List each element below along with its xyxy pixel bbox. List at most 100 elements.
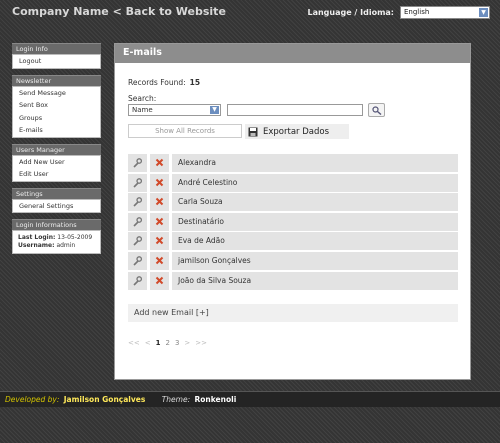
page-title: E-mails xyxy=(115,44,470,63)
developer-name[interactable]: Jamilson Gonçalves xyxy=(64,395,146,404)
edit-button[interactable] xyxy=(128,232,147,251)
username-label: Username: xyxy=(18,242,55,249)
company-name[interactable]: Company Name xyxy=(12,5,109,18)
login-info-box: Login Info Logout xyxy=(12,43,101,69)
delete-button[interactable] xyxy=(150,193,169,212)
brand: Company Name < Back to Website xyxy=(12,5,226,18)
search-button[interactable] xyxy=(368,103,385,117)
wrench-icon xyxy=(133,197,142,207)
wrench-icon xyxy=(133,256,142,266)
settings-box: Settings General Settings xyxy=(12,187,101,213)
contact-name[interactable]: João da Silva Souza xyxy=(172,271,458,290)
search-field-select[interactable]: Name ▼ xyxy=(128,104,221,116)
edit-button[interactable] xyxy=(128,212,147,231)
show-all-records-button[interactable]: Show All Records xyxy=(128,124,242,138)
delete-icon xyxy=(155,237,164,245)
table-row: Carla Souza xyxy=(128,193,458,212)
page-2-link[interactable]: 2 xyxy=(165,339,169,347)
delete-button[interactable] xyxy=(150,154,169,172)
wrench-icon xyxy=(133,177,142,188)
sidebar-item-add-new-user[interactable]: Add New User xyxy=(13,156,100,169)
delete-button[interactable] xyxy=(150,271,169,290)
table-row: João da Silva Souza xyxy=(128,271,458,290)
sidebar-item-groups[interactable]: Groups xyxy=(13,112,100,125)
login-informations-box: Login Informations Last Login: 13-05-200… xyxy=(12,219,101,254)
table-row: Destinatário xyxy=(128,212,458,231)
add-new-email-button[interactable]: Add new Email [+] xyxy=(128,304,458,322)
language-selector: Language / Idioma: English ▼ xyxy=(307,6,490,19)
username-value: admin xyxy=(56,242,76,249)
last-login-label: Last Login: xyxy=(18,234,56,241)
box-title: Users Manager xyxy=(12,143,101,155)
sidebar-item-sent-box[interactable]: Sent Box xyxy=(13,99,100,112)
search-icon xyxy=(372,106,382,115)
sidebar-item-general-settings[interactable]: General Settings xyxy=(13,200,100,213)
sidebar-item-send-message[interactable]: Send Message xyxy=(13,87,100,100)
contact-name[interactable]: Destinatário xyxy=(172,212,458,231)
delete-icon xyxy=(155,217,164,225)
records-count: 15 xyxy=(189,78,201,87)
newsletter-box: Newsletter Send Message Sent Box Groups … xyxy=(12,74,101,138)
box-title: Login Informations xyxy=(12,219,101,230)
box-title: Newsletter xyxy=(12,74,101,86)
delete-icon xyxy=(155,197,164,206)
wrench-icon xyxy=(133,158,142,168)
edit-button[interactable] xyxy=(128,193,147,212)
sidebar-item-edit-user[interactable]: Edit User xyxy=(13,168,100,181)
contact-name[interactable]: Carla Souza xyxy=(172,193,458,212)
delete-button[interactable] xyxy=(150,173,169,192)
table-row: Alexandra xyxy=(128,154,458,172)
first-page-link[interactable]: << xyxy=(128,339,140,347)
delete-button[interactable] xyxy=(150,232,169,251)
delete-icon xyxy=(155,276,164,284)
export-label: Exportar Dados xyxy=(263,126,330,137)
back-to-website-link[interactable]: < Back to Website xyxy=(113,5,226,18)
last-login-value: 13-05-2009 xyxy=(57,234,93,241)
contact-name[interactable]: Eva de Adão xyxy=(172,232,458,251)
wrench-icon xyxy=(133,216,142,227)
theme-label: Theme: xyxy=(161,395,191,404)
edit-button[interactable] xyxy=(128,154,147,172)
search-input[interactable] xyxy=(227,104,363,116)
footer: Developed by: Jamilson Gonçalves Theme: … xyxy=(0,391,500,407)
save-icon xyxy=(248,127,258,136)
search-field-value: Name xyxy=(132,106,153,114)
prev-page-link[interactable]: < xyxy=(145,339,151,347)
wrench-icon xyxy=(133,275,142,286)
contact-name[interactable]: Alexandra xyxy=(172,154,458,172)
language-label: Language / Idioma: xyxy=(307,8,394,17)
emails-table: Alexandra André Celestino Carla Souza Desti… xyxy=(128,154,458,291)
users-manager-box: Users Manager Add New User Edit User xyxy=(12,143,101,182)
table-row: André Celestino xyxy=(128,173,458,192)
delete-icon xyxy=(155,158,164,167)
records-label: Records Found: xyxy=(128,78,186,87)
box-title: Settings xyxy=(12,187,101,199)
export-data-button[interactable]: Exportar Dados xyxy=(245,124,349,139)
next-page-link[interactable]: > xyxy=(184,339,190,347)
sidebar-item-logout[interactable]: Logout xyxy=(13,55,100,68)
sidebar-item-emails[interactable]: E-mails xyxy=(13,124,100,137)
chevron-down-icon: ▼ xyxy=(479,8,488,17)
sidebar: Login Info Logout Newsletter Send Messag… xyxy=(12,43,101,260)
main-panel: E-mails Records Found: 15 Search: Name ▼ … xyxy=(114,43,471,380)
last-page-link[interactable]: >> xyxy=(195,339,207,347)
edit-button[interactable] xyxy=(128,173,147,192)
delete-button[interactable] xyxy=(150,251,169,270)
table-row: jamilson Gonçalves xyxy=(128,251,458,270)
pagination: << < 1 2 3 > >> xyxy=(128,339,207,347)
top-header: Company Name < Back to Website Language … xyxy=(0,0,500,28)
edit-button[interactable] xyxy=(128,271,147,290)
delete-icon xyxy=(155,178,164,186)
delete-button[interactable] xyxy=(150,212,169,231)
edit-button[interactable] xyxy=(128,251,147,270)
theme-name: Ronkenoli xyxy=(194,395,237,404)
contact-name[interactable]: jamilson Gonçalves xyxy=(172,251,458,270)
page-3-link[interactable]: 3 xyxy=(175,339,179,347)
developed-by-label: Developed by: xyxy=(5,395,60,404)
language-value: English xyxy=(404,8,430,16)
wrench-icon xyxy=(133,236,142,246)
chevron-down-icon: ▼ xyxy=(210,106,219,114)
page-1-link[interactable]: 1 xyxy=(156,339,161,347)
contact-name[interactable]: André Celestino xyxy=(172,173,458,192)
language-dropdown[interactable]: English ▼ xyxy=(400,6,490,19)
